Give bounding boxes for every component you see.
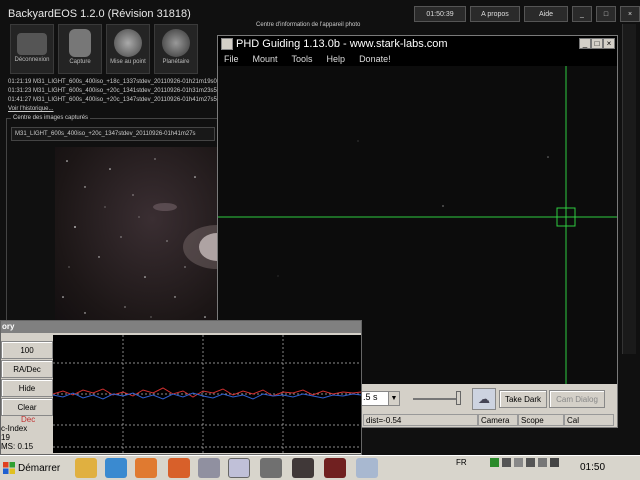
cam-dialog-button[interactable]: Cam Dialog	[549, 390, 605, 408]
app-taskbar-icon-2[interactable]	[324, 458, 346, 478]
close-button[interactable]: ×	[620, 6, 640, 22]
planet-icon	[114, 29, 142, 57]
camera-info-label: Centre d'information de l'appareil photo	[256, 22, 361, 28]
brain-settings-button[interactable]: ☁	[472, 388, 496, 410]
clear-button[interactable]: Clear	[1, 398, 53, 416]
start-button[interactable]: Démarrer	[0, 457, 66, 479]
phd-taskbar-icon[interactable]	[228, 458, 250, 478]
scale-button[interactable]: 100	[1, 341, 53, 359]
history-link[interactable]: Voir l'historique...	[8, 105, 220, 114]
disconnect-button[interactable]: Déconnexion	[10, 24, 54, 74]
log-entry: 01:21:19 M31_LIGHT_600s_400iso_+18c_1337…	[8, 79, 217, 85]
mode-label: Déconnexion	[14, 57, 50, 63]
clock-display: 01:50:39	[414, 6, 466, 22]
backyardeos-top-bar: 01:50:39 A propos Aide _ □ ×	[414, 6, 640, 22]
taskbar-clock[interactable]: 01:50	[580, 462, 605, 473]
windows-logo-icon	[3, 462, 15, 474]
volume-icon[interactable]	[549, 458, 559, 467]
capture-button[interactable]: Capture	[58, 24, 102, 74]
history-plot	[52, 335, 362, 453]
phd-maximize-button[interactable]: □	[591, 38, 603, 49]
captured-file-select[interactable]: M31_LIGHT_600s_400iso_+20c_1347stdev_201…	[11, 127, 215, 141]
menu-file[interactable]: File	[224, 54, 239, 64]
film-icon	[69, 29, 91, 57]
ra-dec-button[interactable]: RA/Dec	[1, 360, 53, 378]
minimize-button[interactable]: _	[572, 6, 592, 22]
mode-label: Planétaire	[162, 59, 190, 65]
phd-app-icon	[221, 38, 233, 50]
backyardeos-title: BackyardEOS 1.2.0 (Révision 31818)	[8, 8, 191, 20]
starfield	[62, 158, 217, 318]
taskbar: Démarrer FR 01:50	[0, 455, 640, 480]
hide-button[interactable]: Hide	[1, 379, 53, 397]
menu-help[interactable]: Help	[327, 54, 346, 64]
history-graph	[52, 335, 362, 453]
capture-log: 01:21:19 M31_LIGHT_600s_400iso_+18c_1337…	[8, 78, 220, 114]
gamma-slider-track	[413, 398, 459, 400]
system-tray: FR	[456, 458, 559, 467]
folder-icon[interactable]	[75, 458, 97, 478]
status-cal: Cal	[564, 414, 614, 426]
phd-menubar: File Mount Tools Help Donate!	[218, 52, 617, 66]
guide-history-window: ory 100 RA/Dec Hide Clear Dec c-Index 19…	[0, 320, 362, 455]
m31-image	[55, 147, 217, 327]
camera-icon	[17, 33, 47, 55]
history-stats: Dec c-Index 19 MS: 0.15	[1, 415, 53, 451]
maximize-button[interactable]: □	[596, 6, 616, 22]
status-camera: Camera	[478, 414, 518, 426]
media-player-icon[interactable]	[135, 458, 157, 478]
index-label: c-Index	[1, 424, 28, 433]
mode-label: Mise au point	[110, 59, 146, 65]
firefox-icon[interactable]	[168, 458, 190, 478]
calculator-icon[interactable]	[356, 458, 378, 478]
log-entry: 01:41:27 M31_LIGHT_600s_400iso_+20c_1347…	[8, 97, 217, 103]
index-value: 19	[1, 433, 10, 442]
phd-close-button[interactable]: ×	[603, 38, 615, 49]
mode-label: Capture	[69, 59, 91, 65]
backyardeos-taskbar-icon[interactable]	[292, 458, 314, 478]
phd-titlebar[interactable]: PHD Guiding 1.13.0b - www.stark-labs.com…	[218, 36, 617, 52]
menu-mount[interactable]: Mount	[253, 54, 278, 64]
chevron-down-icon: ▼	[388, 392, 399, 405]
language-indicator[interactable]: FR	[456, 458, 467, 467]
tray-icon-4[interactable]	[525, 458, 535, 467]
app-taskbar-icon[interactable]	[260, 458, 282, 478]
start-label: Démarrer	[18, 462, 61, 474]
exposure-value: .5 s	[363, 392, 378, 402]
take-dark-button[interactable]: Take Dark	[499, 390, 547, 408]
log-entry: 01:31:23 M31_LIGHT_600s_400iso_+20c_1341…	[8, 88, 217, 94]
tray-icon-3[interactable]	[513, 458, 523, 467]
exposure-dropdown[interactable]: .5 s ▼	[360, 391, 400, 406]
paint-icon[interactable]	[198, 458, 220, 478]
phd-minimize-button[interactable]: _	[579, 38, 591, 49]
tray-icon-5[interactable]	[537, 458, 547, 467]
dec-label: Dec	[21, 415, 36, 424]
rms-label: MS: 0.15	[1, 442, 34, 451]
right-panel-strip	[622, 24, 636, 354]
captured-images-panel: Centre des images capturés M31_LIGHT_600…	[6, 115, 218, 328]
saturn-icon	[162, 29, 190, 57]
status-dist: dist=-0.54	[363, 414, 478, 426]
history-titlebar[interactable]: ory	[1, 321, 361, 333]
tray-icon-2[interactable]	[501, 458, 511, 467]
focus-button[interactable]: Mise au point	[106, 24, 150, 74]
phd-title: PHD Guiding 1.13.0b - www.stark-labs.com	[236, 38, 448, 50]
about-button[interactable]: A propos	[470, 6, 520, 22]
menu-tools[interactable]: Tools	[292, 54, 313, 64]
ra-trace	[52, 387, 362, 398]
menu-donate[interactable]: Donate!	[359, 54, 391, 64]
status-scope: Scope	[518, 414, 564, 426]
brain-icon: ☁	[478, 392, 490, 406]
network-icon[interactable]	[489, 458, 499, 467]
internet-explorer-icon[interactable]	[105, 458, 127, 478]
planetary-button[interactable]: Planétaire	[154, 24, 198, 74]
gamma-slider-thumb[interactable]	[456, 391, 461, 405]
captured-images-title: Centre des images capturés	[11, 115, 91, 121]
help-button[interactable]: Aide	[524, 6, 568, 22]
